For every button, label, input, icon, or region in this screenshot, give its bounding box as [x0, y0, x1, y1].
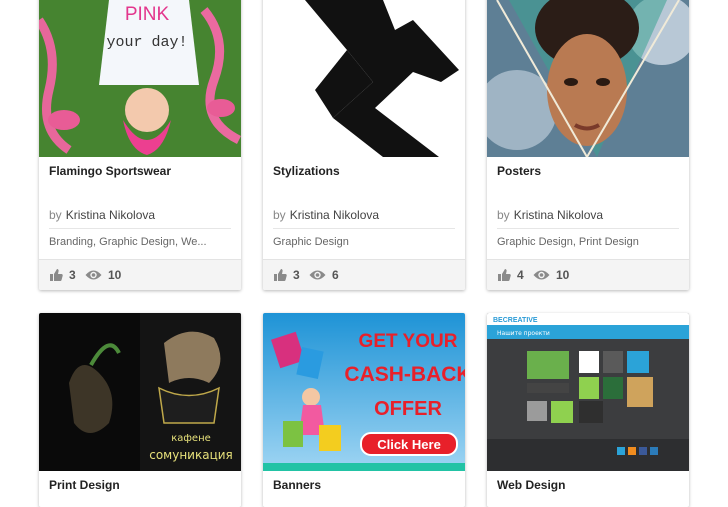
project-card-flamingo-sportswear[interactable]: PINK your day! Flamingo Sportswear by Kri… — [39, 0, 241, 290]
likes-stat[interactable]: 3 — [49, 267, 76, 283]
project-thumbnail[interactable]: GET YOUR CASH-BACK OFFER Click Here — [263, 313, 465, 471]
artwork-text: your day! — [106, 34, 187, 51]
project-card-banners[interactable]: GET YOUR CASH-BACK OFFER Click Here Bann… — [263, 313, 465, 507]
artwork-text: BECREATIVE — [493, 317, 538, 324]
artwork-text: GET YOUR — [359, 331, 458, 352]
project-title[interactable]: Print Design — [49, 478, 120, 492]
project-title[interactable]: Flamingo Sportswear — [49, 164, 171, 178]
project-stats: 3 6 — [263, 259, 465, 290]
likes-count: 3 — [293, 268, 300, 282]
thumbs-up-icon — [274, 269, 287, 281]
project-tags[interactable]: Graphic Design — [273, 236, 443, 248]
likes-count: 4 — [517, 268, 524, 282]
views-stat: 10 — [85, 267, 121, 283]
thumbs-up-icon — [50, 269, 63, 281]
artwork-text: кафене — [171, 433, 211, 444]
project-card-stylizations[interactable]: Stylizations by Kristina Nikolova Graphic… — [263, 0, 465, 290]
views-count: 6 — [332, 268, 339, 282]
artwork-text: PINK — [125, 4, 170, 25]
author-link[interactable]: Kristina Nikolova — [290, 208, 379, 222]
views-count: 10 — [108, 268, 122, 282]
likes-stat[interactable]: 3 — [273, 267, 300, 283]
views-stat: 6 — [309, 267, 339, 283]
project-title[interactable]: Posters — [497, 164, 541, 178]
eye-icon — [85, 270, 102, 280]
project-tags[interactable]: Graphic Design, Print Design — [497, 236, 667, 248]
project-tags[interactable]: Branding, Graphic Design, We... — [49, 236, 219, 248]
project-card-posters[interactable]: Posters by Kristina Nikolova Graphic Desi… — [487, 0, 689, 290]
divider — [273, 228, 455, 229]
author-link[interactable]: Kristina Nikolova — [514, 208, 603, 222]
views-stat: 10 — [533, 267, 569, 283]
divider — [497, 228, 679, 229]
artwork-text: OFFER — [374, 398, 442, 420]
artwork-text: CASH-BACK — [344, 363, 465, 386]
project-byline: by Kristina Nikolova — [497, 208, 603, 222]
project-title[interactable]: Stylizations — [273, 164, 340, 178]
project-card-web-design[interactable]: BECREATIVE Нашите проекти Web Design — [487, 313, 689, 507]
project-byline: by Kristina Nikolova — [49, 208, 155, 222]
project-title[interactable]: Web Design — [497, 478, 565, 492]
project-card-print-design[interactable]: кафене сомуникация Print Design — [39, 313, 241, 507]
project-thumbnail[interactable]: BECREATIVE Нашите проекти — [487, 313, 689, 471]
project-byline: by Kristina Nikolova — [273, 208, 379, 222]
artwork-text: Нашите проекти — [497, 330, 550, 337]
project-thumbnail[interactable]: PINK your day! — [39, 0, 241, 157]
artwork-text: Click Here — [377, 437, 441, 452]
divider — [49, 228, 231, 229]
project-thumbnail[interactable] — [487, 0, 689, 157]
by-label: by — [497, 208, 510, 222]
project-thumbnail[interactable]: кафене сомуникация — [39, 313, 241, 471]
eye-icon — [309, 270, 326, 280]
author-link[interactable]: Kristina Nikolova — [66, 208, 155, 222]
by-label: by — [273, 208, 286, 222]
by-label: by — [49, 208, 62, 222]
eye-icon — [533, 270, 550, 280]
likes-count: 3 — [69, 268, 76, 282]
project-stats: 3 10 — [39, 259, 241, 290]
project-title[interactable]: Banners — [273, 478, 321, 492]
project-stats: 4 10 — [487, 259, 689, 290]
likes-stat[interactable]: 4 — [497, 267, 524, 283]
thumbs-up-icon — [498, 269, 511, 281]
artwork-text: сомуникация — [149, 448, 233, 462]
views-count: 10 — [556, 268, 570, 282]
project-thumbnail[interactable] — [263, 0, 465, 157]
